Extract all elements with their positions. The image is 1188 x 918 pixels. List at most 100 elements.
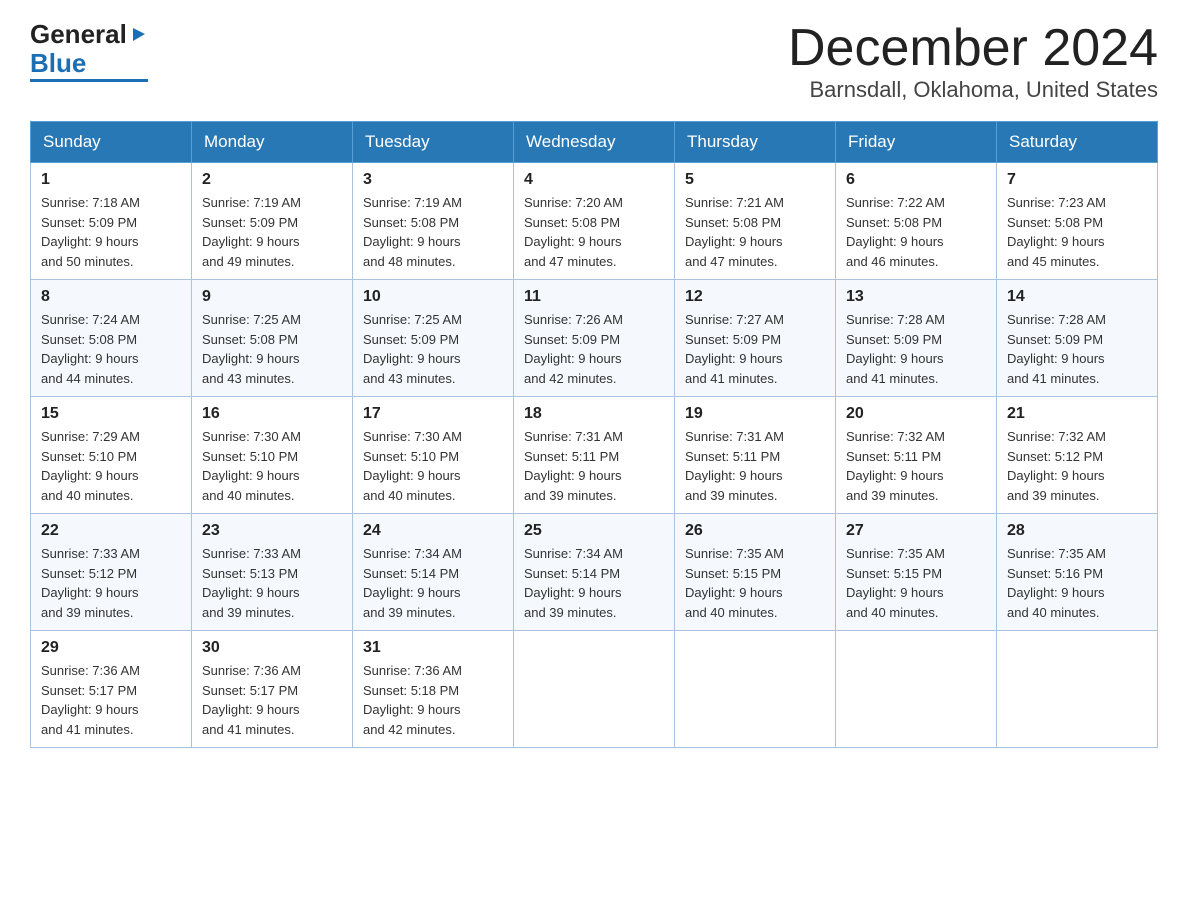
day-number: 4 [524, 171, 664, 189]
day-info: Sunrise: 7:27 AMSunset: 5:09 PMDaylight:… [685, 310, 825, 388]
calendar-cell: 11 Sunrise: 7:26 AMSunset: 5:09 PMDayligh… [514, 280, 675, 397]
header-sunday: Sunday [31, 122, 192, 163]
header-saturday: Saturday [997, 122, 1158, 163]
day-info: Sunrise: 7:25 AMSunset: 5:09 PMDaylight:… [363, 310, 503, 388]
day-info: Sunrise: 7:30 AMSunset: 5:10 PMDaylight:… [202, 427, 342, 505]
day-number: 15 [41, 405, 181, 423]
day-number: 11 [524, 288, 664, 306]
day-info: Sunrise: 7:32 AMSunset: 5:11 PMDaylight:… [846, 427, 986, 505]
calendar-cell: 6 Sunrise: 7:22 AMSunset: 5:08 PMDaylight… [836, 163, 997, 280]
calendar-cell: 13Sunrise: 7:28 AMSunset: 5:09 PMDayligh… [836, 280, 997, 397]
day-info: Sunrise: 7:28 AMSunset: 5:09 PMDaylight:… [1007, 310, 1147, 388]
day-info: Sunrise: 7:31 AMSunset: 5:11 PMDaylight:… [685, 427, 825, 505]
day-info: Sunrise: 7:33 AMSunset: 5:13 PMDaylight:… [202, 544, 342, 622]
day-number: 28 [1007, 522, 1147, 540]
calendar-cell: 1 Sunrise: 7:18 AMSunset: 5:09 PMDaylight… [31, 163, 192, 280]
day-number: 31 [363, 639, 503, 657]
calendar-cell: 29 Sunrise: 7:36 AMSunset: 5:17 PMDayligh… [31, 631, 192, 748]
calendar-cell [514, 631, 675, 748]
calendar-cell [997, 631, 1158, 748]
day-number: 30 [202, 639, 342, 657]
page-header: General Blue December 2024 Barnsdall, Ok… [30, 20, 1158, 103]
day-info: Sunrise: 7:24 AMSunset: 5:08 PMDaylight:… [41, 310, 181, 388]
calendar-cell: 19 Sunrise: 7:31 AMSunset: 5:11 PMDayligh… [675, 397, 836, 514]
day-info: Sunrise: 7:32 AMSunset: 5:12 PMDaylight:… [1007, 427, 1147, 505]
day-number: 16 [202, 405, 342, 423]
day-number: 29 [41, 639, 181, 657]
logo-triangle-icon [130, 25, 148, 43]
calendar-cell: 23 Sunrise: 7:33 AMSunset: 5:13 PMDayligh… [192, 514, 353, 631]
calendar-week-row: 15Sunrise: 7:29 AMSunset: 5:10 PMDayligh… [31, 397, 1158, 514]
calendar-week-row: 29 Sunrise: 7:36 AMSunset: 5:17 PMDayligh… [31, 631, 1158, 748]
day-number: 25 [524, 522, 664, 540]
day-number: 21 [1007, 405, 1147, 423]
calendar-cell: 2Sunrise: 7:19 AMSunset: 5:09 PMDaylight… [192, 163, 353, 280]
calendar-cell: 17Sunrise: 7:30 AMSunset: 5:10 PMDayligh… [353, 397, 514, 514]
month-title: December 2024 [788, 20, 1158, 77]
calendar-cell: 31 Sunrise: 7:36 AMSunset: 5:18 PMDayligh… [353, 631, 514, 748]
day-number: 14 [1007, 288, 1147, 306]
day-info: Sunrise: 7:36 AMSunset: 5:17 PMDaylight:… [41, 661, 181, 739]
day-info: Sunrise: 7:31 AMSunset: 5:11 PMDaylight:… [524, 427, 664, 505]
day-info: Sunrise: 7:22 AMSunset: 5:08 PMDaylight:… [846, 193, 986, 271]
day-number: 8 [41, 288, 181, 306]
calendar-cell: 30Sunrise: 7:36 AMSunset: 5:17 PMDayligh… [192, 631, 353, 748]
day-info: Sunrise: 7:35 AMSunset: 5:15 PMDaylight:… [846, 544, 986, 622]
header-tuesday: Tuesday [353, 122, 514, 163]
calendar-cell: 20Sunrise: 7:32 AMSunset: 5:11 PMDayligh… [836, 397, 997, 514]
logo-general-text: General [30, 20, 148, 49]
day-number: 19 [685, 405, 825, 423]
day-info: Sunrise: 7:20 AMSunset: 5:08 PMDaylight:… [524, 193, 664, 271]
day-number: 12 [685, 288, 825, 306]
day-info: Sunrise: 7:18 AMSunset: 5:09 PMDaylight:… [41, 193, 181, 271]
calendar-cell: 28 Sunrise: 7:35 AMSunset: 5:16 PMDayligh… [997, 514, 1158, 631]
calendar-cell: 26 Sunrise: 7:35 AMSunset: 5:15 PMDayligh… [675, 514, 836, 631]
calendar-cell: 21 Sunrise: 7:32 AMSunset: 5:12 PMDayligh… [997, 397, 1158, 514]
day-info: Sunrise: 7:25 AMSunset: 5:08 PMDaylight:… [202, 310, 342, 388]
calendar-cell: 18 Sunrise: 7:31 AMSunset: 5:11 PMDayligh… [514, 397, 675, 514]
day-number: 5 [685, 171, 825, 189]
calendar-cell: 12 Sunrise: 7:27 AMSunset: 5:09 PMDayligh… [675, 280, 836, 397]
day-number: 24 [363, 522, 503, 540]
day-number: 23 [202, 522, 342, 540]
day-number: 6 [846, 171, 986, 189]
day-number: 26 [685, 522, 825, 540]
calendar-week-row: 1 Sunrise: 7:18 AMSunset: 5:09 PMDaylight… [31, 163, 1158, 280]
calendar-cell: 25 Sunrise: 7:34 AMSunset: 5:14 PMDayligh… [514, 514, 675, 631]
calendar-cell: 16 Sunrise: 7:30 AMSunset: 5:10 PMDayligh… [192, 397, 353, 514]
day-info: Sunrise: 7:35 AMSunset: 5:15 PMDaylight:… [685, 544, 825, 622]
title-block: December 2024 Barnsdall, Oklahoma, Unite… [788, 20, 1158, 103]
calendar-cell: 24 Sunrise: 7:34 AMSunset: 5:14 PMDayligh… [353, 514, 514, 631]
header-thursday: Thursday [675, 122, 836, 163]
header-friday: Friday [836, 122, 997, 163]
day-number: 18 [524, 405, 664, 423]
day-number: 9 [202, 288, 342, 306]
day-number: 1 [41, 171, 181, 189]
calendar-cell: 9 Sunrise: 7:25 AMSunset: 5:08 PMDaylight… [192, 280, 353, 397]
day-info: Sunrise: 7:34 AMSunset: 5:14 PMDaylight:… [363, 544, 503, 622]
calendar-cell [675, 631, 836, 748]
location-subtitle: Barnsdall, Oklahoma, United States [788, 77, 1158, 103]
day-info: Sunrise: 7:33 AMSunset: 5:12 PMDaylight:… [41, 544, 181, 622]
day-info: Sunrise: 7:21 AMSunset: 5:08 PMDaylight:… [685, 193, 825, 271]
calendar-table: Sunday Monday Tuesday Wednesday Thursday… [30, 121, 1158, 748]
day-number: 27 [846, 522, 986, 540]
day-info: Sunrise: 7:26 AMSunset: 5:09 PMDaylight:… [524, 310, 664, 388]
logo: General Blue [30, 20, 148, 82]
calendar-cell: 5 Sunrise: 7:21 AMSunset: 5:08 PMDaylight… [675, 163, 836, 280]
day-info: Sunrise: 7:28 AMSunset: 5:09 PMDaylight:… [846, 310, 986, 388]
calendar-cell: 15Sunrise: 7:29 AMSunset: 5:10 PMDayligh… [31, 397, 192, 514]
calendar-week-row: 8 Sunrise: 7:24 AMSunset: 5:08 PMDaylight… [31, 280, 1158, 397]
calendar-cell: 7Sunrise: 7:23 AMSunset: 5:08 PMDaylight… [997, 163, 1158, 280]
day-number: 22 [41, 522, 181, 540]
calendar-cell: 27 Sunrise: 7:35 AMSunset: 5:15 PMDayligh… [836, 514, 997, 631]
day-info: Sunrise: 7:35 AMSunset: 5:16 PMDaylight:… [1007, 544, 1147, 622]
calendar-cell: 3Sunrise: 7:19 AMSunset: 5:08 PMDaylight… [353, 163, 514, 280]
header-wednesday: Wednesday [514, 122, 675, 163]
header-monday: Monday [192, 122, 353, 163]
day-info: Sunrise: 7:36 AMSunset: 5:18 PMDaylight:… [363, 661, 503, 739]
day-info: Sunrise: 7:34 AMSunset: 5:14 PMDaylight:… [524, 544, 664, 622]
weekday-header-row: Sunday Monday Tuesday Wednesday Thursday… [31, 122, 1158, 163]
calendar-cell: 22 Sunrise: 7:33 AMSunset: 5:12 PMDayligh… [31, 514, 192, 631]
logo-blue-text: Blue [30, 49, 148, 83]
